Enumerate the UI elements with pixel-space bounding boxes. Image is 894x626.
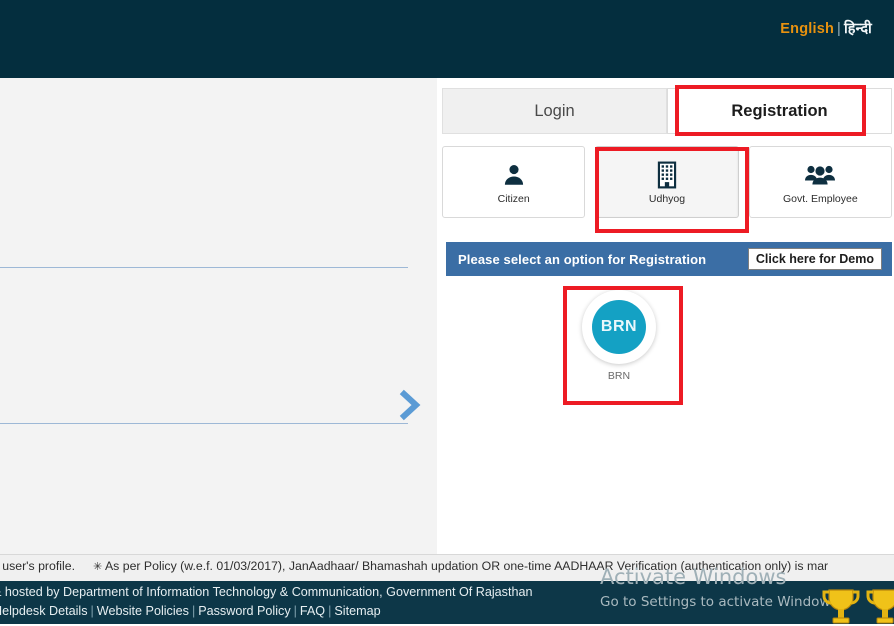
footer-copyright: & hosted by Department of Information Te… bbox=[0, 585, 533, 599]
footer-link-separator: | bbox=[293, 604, 297, 618]
carousel-divider-bottom bbox=[0, 423, 408, 424]
site-footer: & hosted by Department of Information Te… bbox=[0, 581, 894, 624]
main-content: Login Registration Citizen Udhyog Govt. … bbox=[0, 78, 894, 554]
footer-link-separator: | bbox=[191, 604, 196, 618]
language-hindi-link[interactable]: हिन्दी bbox=[844, 21, 872, 37]
footer-link-list: Helpdesk Details | Website Policies | Passwo… bbox=[0, 604, 381, 618]
category-citizen[interactable]: Citizen bbox=[442, 146, 586, 218]
category-citizen-label: Citizen bbox=[497, 193, 530, 205]
trophy-icon bbox=[822, 589, 860, 624]
policy-notice-strip: n user's profile. ✳ As per Policy (w.e.f.… bbox=[0, 554, 894, 584]
footer-link-password-policy[interactable]: Password Policy bbox=[198, 604, 290, 618]
registration-notice-text: Please select an option for Registration bbox=[458, 251, 707, 267]
category-govt-employee[interactable]: Govt. Employee bbox=[748, 146, 892, 218]
brn-icon: BRN bbox=[582, 290, 656, 364]
footer-link-separator: | bbox=[328, 604, 332, 618]
tab-login[interactable]: Login bbox=[442, 88, 667, 134]
registration-category-group: Citizen Udhyog Govt. Employee bbox=[442, 146, 892, 218]
carousel-divider-top bbox=[0, 267, 408, 268]
login-registration-panel: Login Registration Citizen Udhyog Govt. … bbox=[437, 78, 894, 554]
policy-notice-inner: n user's profile. ✳ As per Policy (w.e.f.… bbox=[0, 559, 828, 573]
person-icon bbox=[501, 159, 527, 191]
policy-asterisk-icon: ✳ bbox=[93, 561, 103, 573]
carousel-next-button[interactable] bbox=[392, 383, 428, 427]
language-separator: | bbox=[837, 21, 841, 37]
policy-notice-part1: n user's profile. bbox=[0, 559, 75, 573]
site-header: English | हिन्दी bbox=[0, 0, 894, 80]
building-icon bbox=[654, 159, 680, 191]
trophy-icon-group bbox=[820, 586, 894, 626]
category-govt-employee-label: Govt. Employee bbox=[782, 193, 858, 205]
tab-registration[interactable]: Registration bbox=[667, 88, 892, 134]
demo-button[interactable]: Click here for Demo bbox=[747, 248, 882, 270]
option-brn[interactable]: BRN BRN bbox=[567, 290, 671, 382]
category-udhyog-label: Udhyog bbox=[648, 193, 686, 205]
category-udhyog[interactable]: Udhyog bbox=[595, 146, 739, 218]
panel-tabs: Login Registration bbox=[442, 88, 892, 134]
policy-notice-part2: As per Policy (w.e.f. 01/03/2017), JanAa… bbox=[104, 559, 829, 573]
banner-carousel-panel bbox=[0, 78, 438, 554]
chevron-right-icon bbox=[399, 389, 421, 421]
registration-notice-bar: Please select an option for Registration… bbox=[446, 242, 892, 276]
brn-badge-text: BRN bbox=[592, 300, 646, 354]
language-english-link[interactable]: English bbox=[780, 21, 834, 37]
people-group-icon bbox=[804, 159, 836, 191]
footer-link-sitemap[interactable]: Sitemap bbox=[334, 604, 380, 618]
option-brn-label: BRN bbox=[607, 370, 631, 382]
footer-link-separator: | bbox=[90, 604, 94, 618]
footer-link-helpdesk-details[interactable]: Helpdesk Details bbox=[0, 604, 88, 618]
footer-link-website-policies[interactable]: Website Policies bbox=[97, 604, 189, 618]
footer-link-faq[interactable]: FAQ bbox=[300, 604, 325, 618]
language-selector: English | हिन्दी bbox=[780, 18, 872, 38]
application-root: English | हिन्दी Login Registration Citi… bbox=[0, 0, 894, 624]
trophy-icon bbox=[866, 589, 894, 624]
